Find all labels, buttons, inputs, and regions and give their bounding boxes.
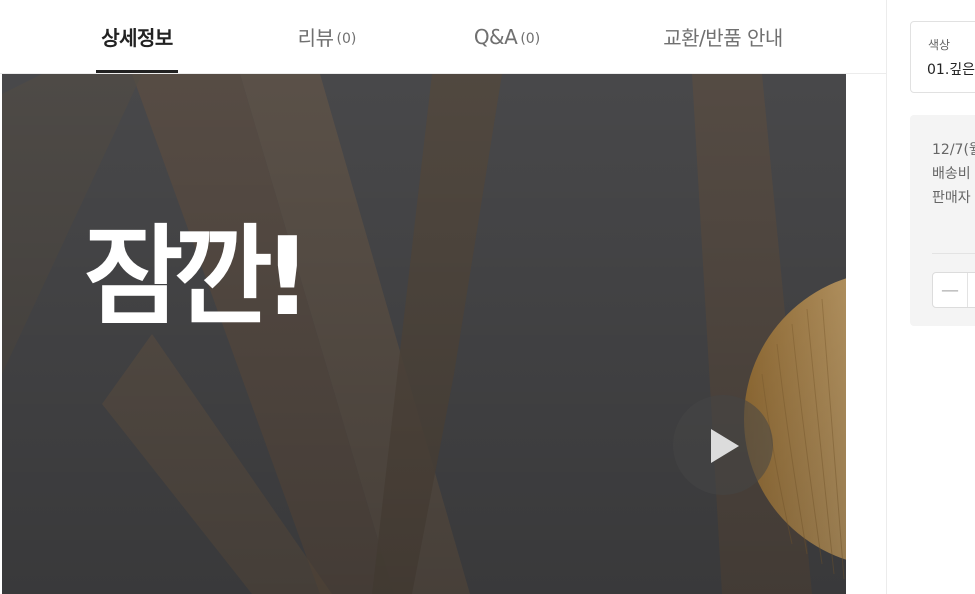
tab-label: Q&A xyxy=(473,24,518,49)
minus-icon[interactable]: — xyxy=(933,273,968,307)
option-value: 01.깊은 xyxy=(927,62,975,78)
tab-count: (0) xyxy=(336,30,357,47)
tab-count: (0) xyxy=(520,30,541,47)
tab-qna[interactable]: Q&A (0) xyxy=(462,0,552,73)
tab-label: 교환/반품 안내 xyxy=(663,26,783,50)
tab-reviews[interactable]: 리뷰 (0) xyxy=(282,0,372,73)
delivery-date-text: 12/7(월 xyxy=(932,142,975,158)
tab-label: 리뷰 xyxy=(297,26,334,50)
selected-option-panel: 12/7(월 배송비 판매자 — xyxy=(910,115,975,326)
tab-detail-info[interactable]: 상세정보 xyxy=(96,0,178,73)
option-label: 색상 xyxy=(928,38,951,52)
column-divider xyxy=(886,0,887,594)
seller-text: 판매자 xyxy=(932,190,971,206)
play-icon[interactable] xyxy=(673,395,773,495)
product-video[interactable]: 잠깐! xyxy=(2,74,846,594)
product-tab-bar: 상세정보 리뷰 (0) Q&A (0) 교환/반품 안내 xyxy=(0,0,886,74)
panel-divider xyxy=(932,253,975,254)
tab-exchange-return[interactable]: 교환/반품 안내 xyxy=(646,0,800,73)
video-overlay-text: 잠깐! xyxy=(84,215,312,340)
tab-label: 상세정보 xyxy=(101,26,173,50)
color-option-select[interactable]: 색상 01.깊은 xyxy=(910,21,975,93)
shipping-fee-text: 배송비 xyxy=(932,166,971,182)
quantity-stepper[interactable]: — xyxy=(932,272,975,308)
